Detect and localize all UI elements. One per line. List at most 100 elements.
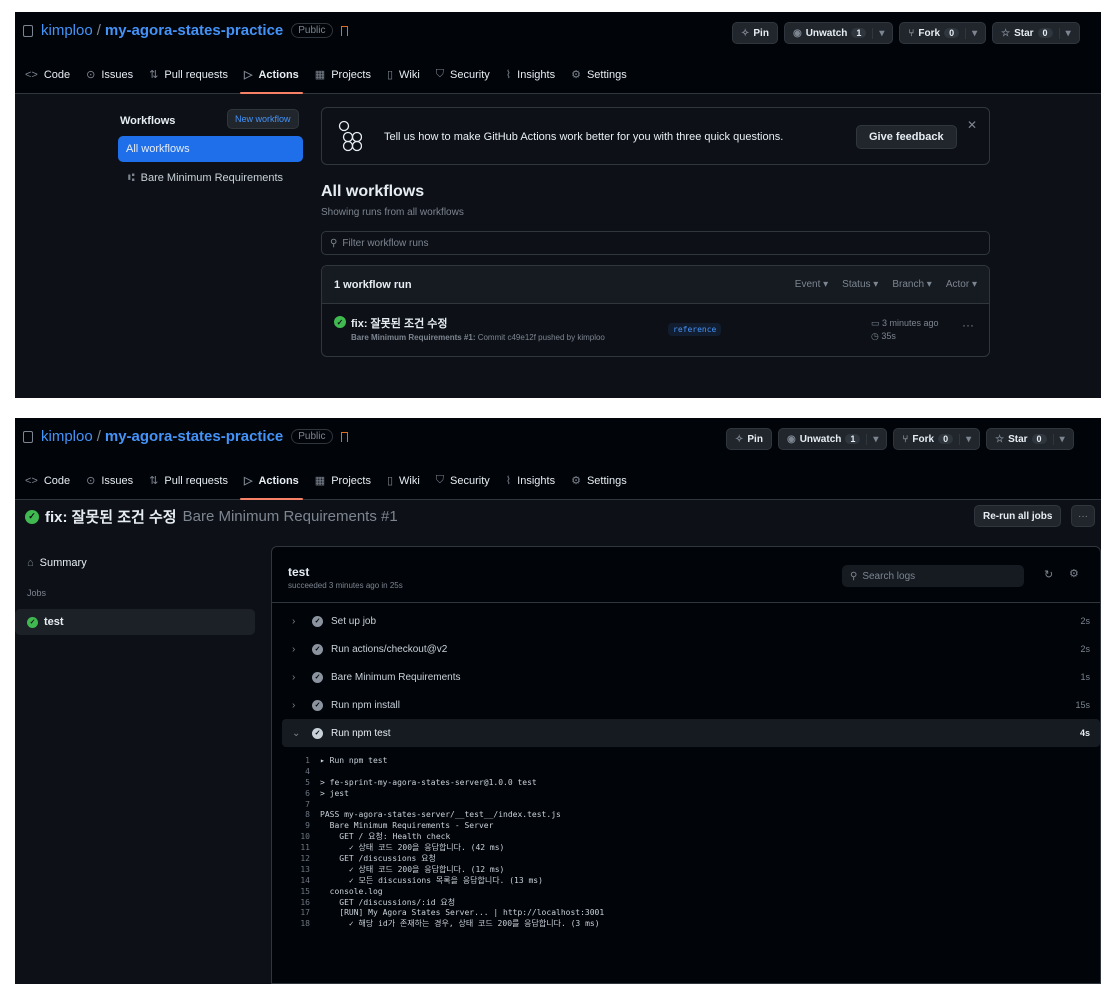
- log-line-number[interactable]: 14: [272, 876, 320, 885]
- chevron-right-icon: ›: [292, 671, 296, 683]
- step-row[interactable]: › ✓ Run npm install 15s: [272, 691, 1100, 719]
- actions-overview-screenshot: kimploo / my-agora-states-practice Publi…: [15, 12, 1101, 398]
- step-duration: 1s: [1080, 672, 1090, 682]
- tab-issues[interactable]: ⊙ Issues: [86, 56, 133, 94]
- unwatch-button[interactable]: ◉ Unwatch 1 ▾: [777, 428, 888, 450]
- log-line-number[interactable]: 4: [272, 767, 320, 776]
- code-icon: <>: [25, 68, 38, 81]
- star-label: Star: [1008, 433, 1028, 445]
- tab-insights[interactable]: ⌇ Insights: [506, 56, 555, 94]
- tab-pull-requests[interactable]: ⇅ Pull requests: [149, 56, 228, 94]
- log-line-number[interactable]: 6: [272, 789, 320, 798]
- fork-count: 0: [944, 28, 960, 38]
- fork-button[interactable]: ⑂ Fork 0 ▾: [893, 428, 981, 450]
- log-line-number[interactable]: 5: [272, 778, 320, 787]
- repo-owner-link[interactable]: kimploo: [41, 428, 93, 445]
- log-line-number[interactable]: 1: [272, 756, 320, 765]
- step-row[interactable]: › ✓ Run actions/checkout@v2 2s: [272, 635, 1100, 663]
- tab-label: Security: [450, 68, 490, 81]
- tab-settings[interactable]: ⚙ Settings: [571, 56, 627, 94]
- tab-wiki[interactable]: ▯ Wiki: [387, 462, 420, 500]
- tab-label: Settings: [586, 68, 627, 81]
- step-row[interactable]: › ✓ Bare Minimum Requirements 1s: [272, 663, 1100, 691]
- sidebar-item-job-test[interactable]: ✓ test: [15, 609, 255, 635]
- filter-placeholder: Filter workflow runs: [342, 237, 429, 249]
- unwatch-label: Unwatch: [799, 433, 842, 445]
- step-duration: 2s: [1080, 616, 1090, 626]
- tab-projects[interactable]: ▦ Projects: [315, 56, 371, 94]
- log-line-number[interactable]: 11: [272, 843, 320, 852]
- step-name: Set up job: [331, 615, 377, 627]
- log-line-text: ✓ 상태 코드 200을 응답합니다. (42 ms): [320, 843, 505, 853]
- log-line-number[interactable]: 7: [272, 800, 320, 809]
- log-line-number[interactable]: 12: [272, 854, 320, 863]
- gear-icon[interactable]: ⚙: [1069, 567, 1079, 580]
- kebab-menu-icon[interactable]: ···: [1071, 505, 1095, 527]
- workflow-item-label: Bare Minimum Requirements: [140, 172, 284, 184]
- branch-filter[interactable]: Branch ▾: [892, 279, 932, 290]
- tab-pull-requests[interactable]: ⇅ Pull requests: [149, 462, 228, 500]
- give-feedback-button[interactable]: Give feedback: [856, 125, 957, 149]
- tab-code[interactable]: <> Code: [25, 56, 70, 94]
- tab-label: Wiki: [399, 474, 420, 487]
- log-line-text: GET /discussions 요청: [320, 853, 436, 863]
- log-line-number[interactable]: 18: [272, 919, 320, 928]
- step-row[interactable]: › ✓ Set up job 2s: [272, 607, 1100, 635]
- star-button[interactable]: ☆ Star 0 ▾: [986, 428, 1074, 450]
- success-check-icon: ✓: [27, 616, 38, 628]
- tab-wiki[interactable]: ▯ Wiki: [387, 56, 420, 94]
- star-button[interactable]: ☆ Star 0 ▾: [992, 22, 1080, 44]
- run-meta: Bare Minimum Requirements #1: Commit c49…: [351, 333, 605, 342]
- refresh-icon[interactable]: ↻: [1044, 568, 1053, 581]
- run-title-link[interactable]: fix: 잘못된 조건 수정: [351, 315, 448, 331]
- run-title: fix: 잘못된 조건 수정: [45, 509, 177, 526]
- unwatch-button[interactable]: ◉ Unwatch 1 ▾: [783, 22, 894, 44]
- log-line-number[interactable]: 13: [272, 865, 320, 874]
- sidebar-item-all-workflows[interactable]: All workflows: [118, 136, 303, 162]
- repo-name-link[interactable]: my-agora-states-practice: [105, 428, 283, 445]
- fork-button[interactable]: ⑂ Fork 0 ▾: [899, 22, 987, 44]
- log-line-number[interactable]: 10: [272, 832, 320, 841]
- filter-label: Branch: [892, 279, 925, 290]
- filter-workflow-runs-input[interactable]: ⚲ Filter workflow runs: [321, 231, 990, 255]
- log-line-number[interactable]: 16: [272, 898, 320, 907]
- workflow-run-row[interactable]: ✓ fix: 잘못된 조건 수정 Bare Minimum Requiremen…: [322, 304, 989, 356]
- search-logs-input[interactable]: ⚲ Search logs: [842, 565, 1024, 587]
- status-filter[interactable]: Status ▾: [842, 279, 878, 290]
- tab-actions[interactable]: ▷ Actions: [239, 462, 303, 500]
- tab-security[interactable]: ⛉ Security: [436, 56, 490, 94]
- tab-security[interactable]: ⛉ Security: [436, 462, 490, 500]
- event-filter[interactable]: Event ▾: [795, 279, 828, 290]
- tab-insights[interactable]: ⌇ Insights: [506, 462, 555, 500]
- success-check-icon: ✓: [312, 699, 323, 711]
- step-row-expanded[interactable]: ⌄ ✓ Run npm test 4s: [282, 719, 1100, 747]
- pin-button[interactable]: ✧ Pin: [732, 22, 778, 44]
- star-count: 0: [1037, 28, 1053, 38]
- log-line-number[interactable]: 17: [272, 908, 320, 917]
- log-line-number[interactable]: 9: [272, 821, 320, 830]
- repo-name-link[interactable]: my-agora-states-practice: [105, 22, 283, 39]
- actor-filter[interactable]: Actor ▾: [946, 279, 977, 290]
- stopwatch-icon: ◷: [871, 331, 879, 341]
- rerun-all-jobs-button[interactable]: Re-run all jobs: [974, 505, 1062, 527]
- new-workflow-button[interactable]: New workflow: [227, 109, 299, 129]
- graph-icon: ⌇: [505, 475, 512, 487]
- branch-badge[interactable]: reference: [668, 323, 722, 336]
- tab-actions[interactable]: ▷ Actions: [239, 56, 303, 94]
- step-name: Run npm install: [331, 699, 400, 711]
- step-name: Run actions/checkout@v2: [331, 643, 448, 655]
- star-icon: ☆: [995, 433, 1005, 445]
- log-line: 6 > jest: [272, 788, 1100, 799]
- sidebar-item-bare-minimum[interactable]: ⑆ Bare Minimum Requirements: [128, 172, 283, 184]
- tab-code[interactable]: <> Code: [25, 462, 70, 500]
- tab-issues[interactable]: ⊙ Issues: [86, 462, 133, 500]
- tab-projects[interactable]: ▦ Projects: [315, 462, 371, 500]
- tab-settings[interactable]: ⚙ Settings: [571, 462, 627, 500]
- log-line-number[interactable]: 8: [272, 810, 320, 819]
- sidebar-item-summary[interactable]: ⌂ Summary: [27, 557, 87, 569]
- kebab-menu-icon[interactable]: ···: [962, 318, 974, 332]
- close-icon[interactable]: ✕: [967, 118, 977, 132]
- repo-owner-link[interactable]: kimploo: [41, 22, 93, 39]
- pin-button[interactable]: ✧ Pin: [726, 428, 772, 450]
- log-line-number[interactable]: 15: [272, 887, 320, 896]
